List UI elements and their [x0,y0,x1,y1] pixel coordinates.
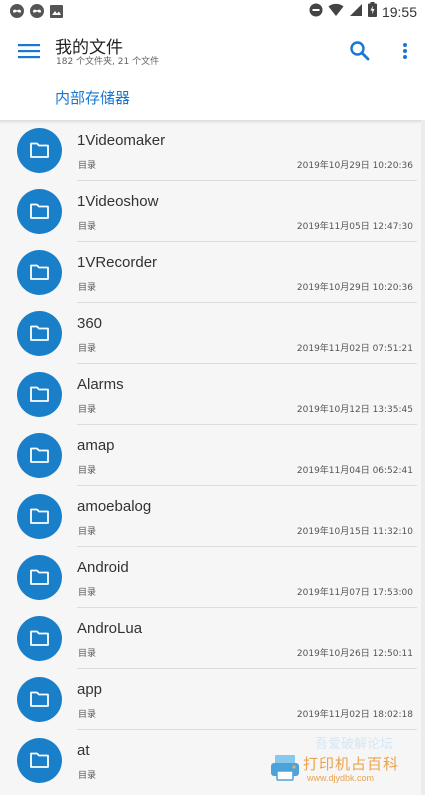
item-date: 2019年11月04日 06:52:41 [296,466,413,476]
breadcrumb: 内部存储器 [0,80,425,120]
app-bar: 我的文件 182 个文件夹, 21 个文件 [0,22,425,80]
item-type: 目录 [78,344,97,354]
battery-charging-icon [367,2,377,21]
item-type: 目录 [78,466,97,476]
item-name: 1Videomaker [77,132,166,149]
list-item[interactable]: 1Videomaker 目录 2019年10月29日 10:20:36 [0,120,425,181]
item-type: 目录 [78,222,97,232]
item-type: 目录 [78,588,97,598]
item-date: 2019年10月26日 12:50:11 [296,649,413,659]
more-options-button[interactable] [393,36,417,66]
item-type: 目录 [78,649,97,659]
list-item[interactable]: app 目录 2019年11月02日 18:02:18 [0,669,425,730]
item-type: 目录 [78,161,97,171]
item-name: Alarms [77,376,124,393]
item-date: 2019年10月29日 10:20:36 [296,283,413,293]
file-list[interactable]: 1Videomaker 目录 2019年10月29日 10:20:36 1Vid… [0,120,425,795]
item-name: app [77,681,103,698]
item-type: 目录 [78,710,97,720]
folder-icon [17,250,62,295]
search-button[interactable] [345,36,375,66]
menu-button[interactable] [14,36,44,66]
folder-icon [17,128,62,173]
folder-file-count: 182 个文件夹, 21 个文件 [56,57,160,67]
item-type: 目录 [78,527,97,537]
folder-icon [17,494,62,539]
status-bar-time: 19:55 [381,3,417,20]
item-name: 360 [77,315,103,332]
folder-icon [17,311,62,356]
item-date: 2019年11月02日 07:51:21 [296,344,413,354]
game-controller-icon [10,3,24,22]
list-item[interactable]: 1Videoshow 目录 2019年11月05日 12:47:30 [0,181,425,242]
item-date: 2019年10月12日 13:35:45 [296,405,413,415]
item-name: amap [77,437,115,454]
cellular-signal-icon [349,2,363,21]
search-icon [350,41,370,61]
list-item[interactable]: Alarms 目录 2019年10月12日 13:35:45 [0,364,425,425]
list-item[interactable]: 1VRecorder 目录 2019年10月29日 10:20:36 [0,242,425,303]
do-not-disturb-icon [309,2,323,21]
game-controller-icon [30,3,44,22]
item-name: 1VRecorder [77,254,158,271]
item-date: 2019年11月02日 18:02:18 [296,710,413,720]
folder-icon [17,433,62,478]
list-item[interactable]: AndroLua 目录 2019年10月26日 12:50:11 [0,608,425,669]
list-item[interactable]: amap 目录 2019年11月04日 06:52:41 [0,425,425,486]
status-bar-notifications [10,3,63,22]
item-name: amoebalog [77,498,152,515]
status-bar-system: 19:55 [309,2,417,21]
item-type: 目录 [78,283,97,293]
breadcrumb-internal-storage[interactable]: 内部存储器 [55,87,130,108]
watermark: 吾爱破解论坛 打印机占百科 www.djydbk.com [269,733,419,789]
folder-icon [17,555,62,600]
item-type: 目录 [78,771,97,781]
watermark-text: 打印机占百科 [303,755,400,773]
item-name: AndroLua [77,620,143,637]
wifi-icon [328,2,344,21]
folder-icon [17,616,62,661]
folder-icon [17,372,62,417]
item-date: 2019年11月07日 17:53:00 [296,588,413,598]
folder-icon [17,677,62,722]
list-scroll-edge [421,120,425,795]
item-date: 2019年10月29日 10:20:36 [296,161,413,171]
watermark-faint-text: 吾爱破解论坛 [315,737,394,752]
status-bar: 19:55 [0,0,425,22]
image-icon [50,3,63,22]
folder-icon [17,738,62,783]
item-type: 目录 [78,405,97,415]
more-vertical-icon [403,43,407,59]
list-item[interactable]: Android 目录 2019年11月07日 17:53:00 [0,547,425,608]
list-item[interactable]: amoebalog 目录 2019年10月15日 11:32:10 [0,486,425,547]
list-item[interactable]: 360 目录 2019年11月02日 07:51:21 [0,303,425,364]
item-name: 1Videoshow [77,193,159,210]
printer-logo-icon [271,755,299,781]
item-date: 2019年11月05日 12:47:30 [296,222,413,232]
hamburger-menu-icon [18,44,40,59]
item-name: Android [77,559,129,576]
watermark-url: www.djydbk.com [307,773,375,783]
item-date: 2019年10月15日 11:32:10 [296,527,413,537]
folder-icon [17,189,62,234]
item-name: at [77,742,90,759]
